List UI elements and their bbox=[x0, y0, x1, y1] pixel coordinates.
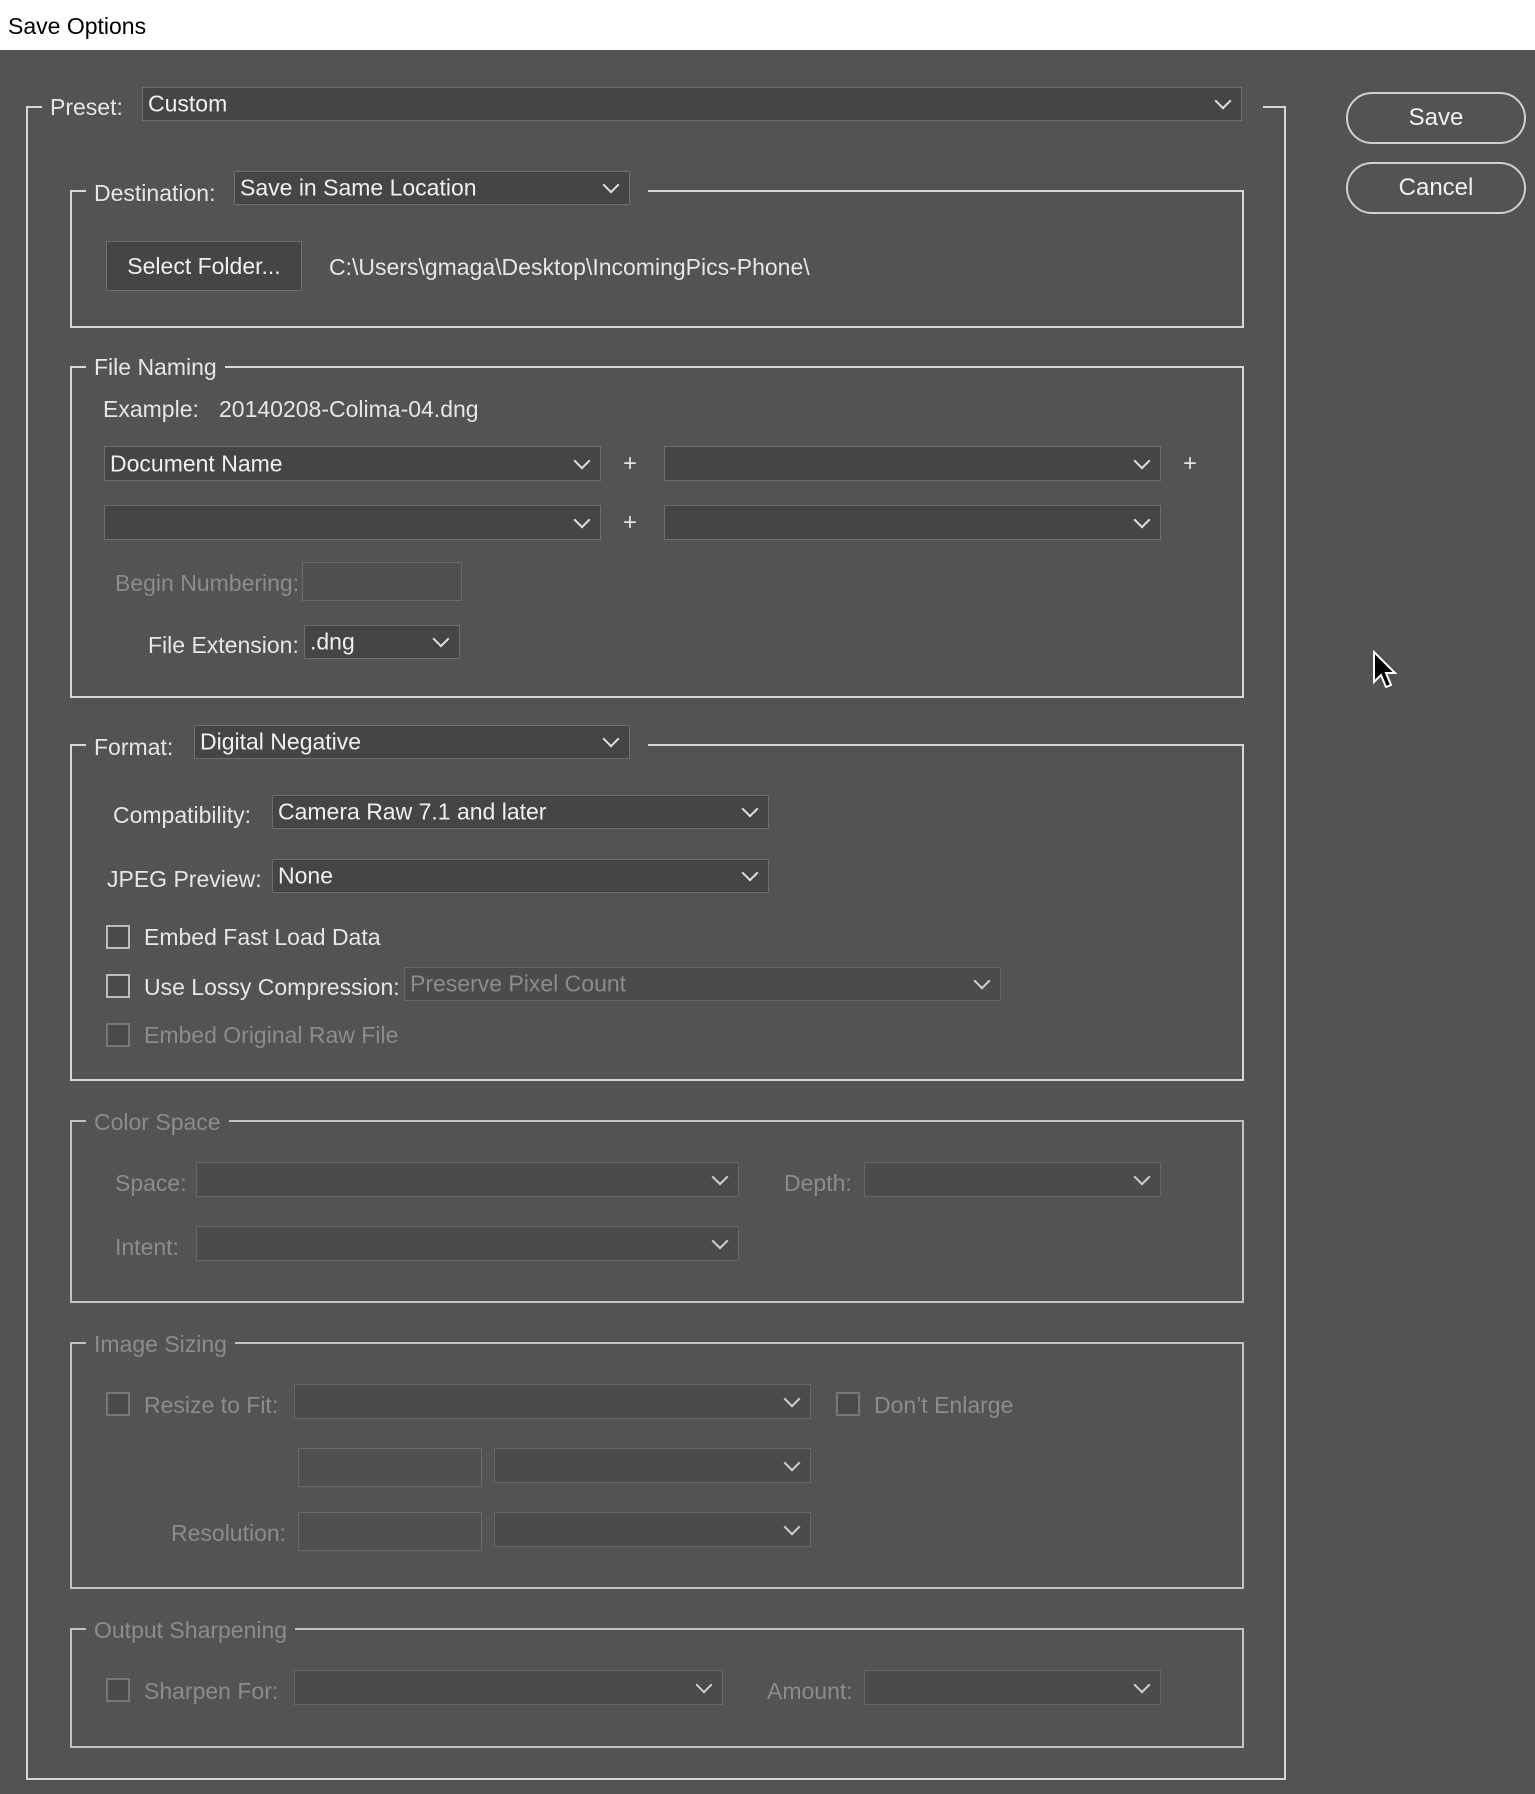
chevron-down-icon bbox=[695, 1676, 713, 1693]
sharpen-for-select[interactable] bbox=[294, 1670, 723, 1705]
window-titlebar: Save Options bbox=[0, 0, 1535, 50]
naming-field-3[interactable] bbox=[104, 505, 601, 540]
resize-select[interactable] bbox=[294, 1384, 811, 1419]
preset-value: Custom bbox=[148, 90, 228, 117]
resize-to-fit-label: Resize to Fit: bbox=[144, 1392, 279, 1418]
color-space-frame bbox=[70, 1120, 1244, 1303]
select-folder-button[interactable]: Select Folder... bbox=[106, 241, 302, 291]
chevron-down-icon bbox=[432, 630, 450, 648]
example-value: 20140208-Colima-04.dng bbox=[219, 396, 479, 422]
chevron-down-icon bbox=[711, 1232, 729, 1249]
chevron-down-icon bbox=[783, 1390, 801, 1407]
file-extension-label: File Extension: bbox=[148, 632, 299, 658]
compatibility-select[interactable]: Camera Raw 7.1 and later bbox=[272, 795, 769, 829]
format-label: Format: bbox=[94, 734, 174, 760]
format-select[interactable]: Digital Negative bbox=[194, 725, 630, 759]
jpeg-preview-label: JPEG Preview: bbox=[107, 866, 262, 892]
begin-numbering-label: Begin Numbering: bbox=[115, 570, 300, 596]
intent-label: Intent: bbox=[115, 1234, 179, 1260]
compatibility-label: Compatibility: bbox=[113, 802, 252, 828]
preset-label: Preset: bbox=[50, 94, 123, 120]
chevron-down-icon bbox=[573, 452, 591, 469]
size-unit-select[interactable] bbox=[494, 1448, 811, 1483]
sharpen-for-checkbox[interactable] bbox=[106, 1678, 130, 1702]
resolution-input[interactable] bbox=[298, 1512, 482, 1551]
chevron-down-icon bbox=[1133, 1676, 1151, 1693]
amount-label: Amount: bbox=[767, 1678, 853, 1704]
plus-icon: + bbox=[623, 509, 638, 536]
save-button-label: Save bbox=[1408, 104, 1464, 131]
example-label: Example: bbox=[103, 396, 199, 422]
file-naming-legend: File Naming bbox=[86, 354, 225, 380]
window-title: Save Options bbox=[8, 13, 147, 39]
mouse-cursor-icon bbox=[1373, 650, 1398, 689]
chevron-down-icon bbox=[783, 1454, 801, 1471]
embed-fast-load-checkbox[interactable] bbox=[106, 925, 130, 949]
embed-fast-load-label: Embed Fast Load Data bbox=[144, 924, 381, 950]
format-value: Digital Negative bbox=[200, 728, 362, 755]
lossy-select[interactable]: Preserve Pixel Count bbox=[404, 967, 1001, 1001]
color-space-legend: Color Space bbox=[86, 1109, 229, 1135]
chevron-down-icon bbox=[602, 730, 620, 748]
embed-original-label: Embed Original Raw File bbox=[144, 1022, 399, 1048]
select-folder-label: Select Folder... bbox=[127, 253, 281, 279]
destination-label: Destination: bbox=[94, 180, 216, 206]
size-input[interactable] bbox=[298, 1448, 482, 1487]
compatibility-value: Camera Raw 7.1 and later bbox=[278, 798, 547, 825]
resolution-label: Resolution: bbox=[171, 1520, 287, 1546]
resize-to-fit-checkbox[interactable] bbox=[106, 1392, 130, 1416]
chevron-down-icon bbox=[783, 1518, 801, 1535]
chevron-down-icon bbox=[711, 1168, 729, 1185]
dont-enlarge-label: Don’t Enlarge bbox=[874, 1392, 1014, 1418]
cancel-button-label: Cancel bbox=[1398, 174, 1474, 201]
plus-icon: + bbox=[623, 450, 638, 477]
destination-value: Save in Same Location bbox=[240, 174, 477, 201]
chevron-down-icon bbox=[973, 972, 991, 990]
naming-field-1-value: Document Name bbox=[110, 450, 283, 476]
file-extension-value: .dng bbox=[310, 628, 355, 655]
preset-select[interactable]: Custom bbox=[142, 87, 1242, 121]
dont-enlarge-checkbox[interactable] bbox=[836, 1392, 860, 1416]
space-label: Space: bbox=[115, 1170, 187, 1196]
intent-select[interactable] bbox=[196, 1226, 739, 1261]
embed-original-checkbox[interactable] bbox=[106, 1023, 130, 1047]
chevron-down-icon bbox=[741, 800, 759, 818]
chevron-down-icon bbox=[741, 864, 759, 882]
sharpen-for-label: Sharpen For: bbox=[144, 1678, 279, 1704]
chevron-down-icon bbox=[1133, 511, 1151, 528]
file-extension-select[interactable]: .dng bbox=[304, 625, 460, 659]
depth-select[interactable] bbox=[864, 1162, 1161, 1197]
destination-path: C:\Users\gmaga\Desktop\IncomingPics-Phon… bbox=[329, 254, 810, 280]
jpeg-preview-value: None bbox=[278, 862, 333, 889]
depth-label: Depth: bbox=[784, 1170, 852, 1196]
file-naming-title: File Naming bbox=[94, 354, 217, 380]
output-sharpening-title: Output Sharpening bbox=[94, 1617, 288, 1643]
naming-field-2[interactable] bbox=[664, 446, 1161, 481]
jpeg-preview-select[interactable]: None bbox=[272, 859, 769, 893]
chevron-down-icon bbox=[1133, 452, 1151, 469]
chevron-down-icon bbox=[1214, 92, 1232, 110]
begin-numbering-input[interactable] bbox=[302, 562, 462, 601]
chevron-down-icon bbox=[573, 511, 591, 528]
image-sizing-legend: Image Sizing bbox=[86, 1331, 235, 1357]
cancel-button[interactable]: Cancel bbox=[1346, 162, 1526, 214]
naming-field-4[interactable] bbox=[664, 505, 1161, 540]
destination-select[interactable]: Save in Same Location bbox=[234, 171, 630, 205]
space-select[interactable] bbox=[196, 1162, 739, 1197]
plus-icon: + bbox=[1183, 450, 1198, 477]
resolution-unit-select[interactable] bbox=[494, 1512, 811, 1547]
chevron-down-icon bbox=[602, 176, 620, 194]
save-button[interactable]: Save bbox=[1346, 92, 1526, 144]
use-lossy-label: Use Lossy Compression: bbox=[144, 974, 400, 1000]
output-sharpening-legend: Output Sharpening bbox=[86, 1617, 296, 1643]
naming-field-1[interactable]: Document Name bbox=[104, 446, 601, 481]
color-space-title: Color Space bbox=[94, 1109, 221, 1135]
chevron-down-icon bbox=[1133, 1168, 1151, 1185]
amount-select[interactable] bbox=[864, 1670, 1161, 1705]
lossy-value: Preserve Pixel Count bbox=[410, 970, 627, 997]
use-lossy-checkbox[interactable] bbox=[106, 974, 130, 998]
image-sizing-title: Image Sizing bbox=[94, 1331, 227, 1357]
